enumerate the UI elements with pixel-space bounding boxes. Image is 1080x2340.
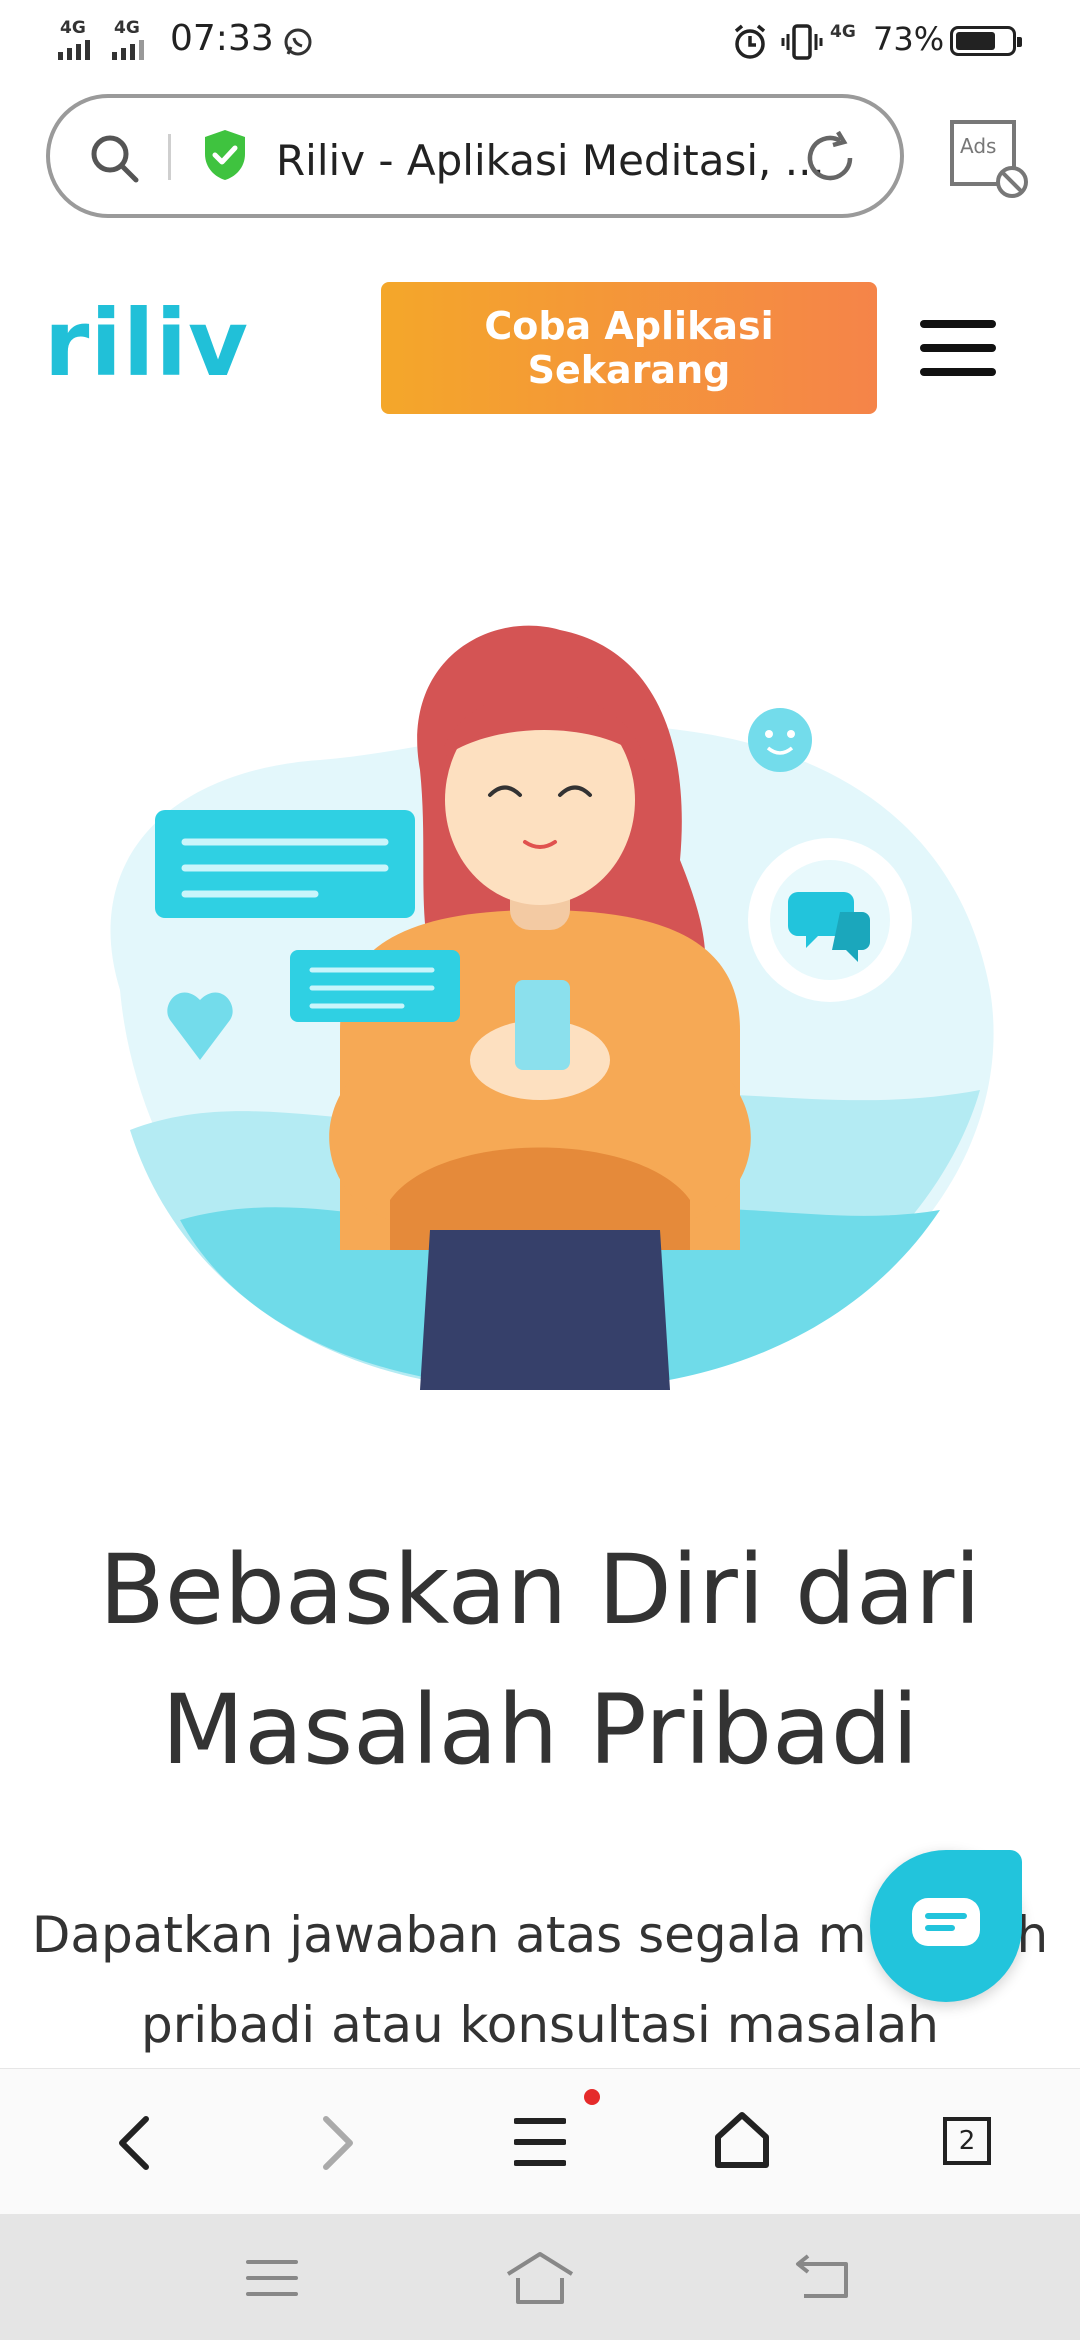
signal-icon-2 [112,40,144,60]
try-app-button[interactable]: Coba Aplikasi Sekarang [381,282,877,414]
forward-icon [323,2116,353,2170]
network-type-2: 4G [114,18,140,38]
whatsapp-icon [284,28,312,56]
system-back-icon[interactable] [794,2254,854,2302]
hamburger-menu-button[interactable] [920,320,996,376]
system-home-icon[interactable] [504,2250,576,2306]
address-divider [168,134,171,180]
system-nav-bar [0,2214,1080,2340]
search-icon[interactable] [86,130,142,186]
tabs-button[interactable]: 2 [943,2117,991,2165]
back-icon [119,2116,149,2170]
network-type-1: 4G [60,18,86,38]
network-type-3: 4G [830,22,856,42]
ads-label: Ads [960,134,997,158]
signal-icon [58,40,90,60]
battery-level [956,32,995,50]
status-bar: 4G 4G 07:33 4G 73% [0,0,1080,84]
recent-apps-icon[interactable] [244,2258,300,2298]
page-title-in-address-bar[interactable]: Riliv - Aplikasi Meditasi, ... [276,136,825,185]
back-button[interactable] [74,2069,194,2215]
ads-block-button[interactable]: Ads [948,118,1032,202]
home-button[interactable] [682,2069,802,2215]
address-bar[interactable]: Riliv - Aplikasi Meditasi, ... [46,94,904,218]
battery-percent: 73% [873,20,945,58]
browser-toolbar: Riliv - Aplikasi Meditasi, ... Ads [0,84,1080,242]
site-header: riliv Coba Aplikasi Sekarang [0,240,1080,460]
live-chat-button[interactable] [870,1850,1022,2002]
clock-time: 07:33 [170,18,274,59]
subtext-line-1: Dapatkan jawaban atas segala m [31,1906,867,1964]
browser-menu-button[interactable] [480,2069,600,2215]
ads-block-icon [950,120,1028,198]
battery-icon [950,26,1022,56]
chat-bubble-large [155,810,415,918]
phone-shape [515,980,570,1070]
chat-icon [912,1898,980,1946]
vibrate-icon [781,24,823,60]
hero-headline: Bebaskan Diri dari Masalah Pribadi [0,1520,1080,1800]
headline-line-2: Masalah Pribadi [161,1674,919,1786]
notification-dot [584,2089,600,2105]
reload-icon[interactable] [800,128,860,188]
secure-shield-icon [205,130,245,180]
browser-bottom-nav: 2 [0,2068,1080,2215]
home-icon [715,2112,769,2168]
forward-button[interactable] [278,2069,398,2215]
menu-icon [514,2118,566,2166]
headline-line-1: Bebaskan Diri dari [99,1534,981,1646]
hero-illustration [110,625,994,1390]
riliv-logo[interactable]: riliv [44,298,249,390]
alarm-icon [734,24,766,59]
smiley-icon [748,708,812,772]
